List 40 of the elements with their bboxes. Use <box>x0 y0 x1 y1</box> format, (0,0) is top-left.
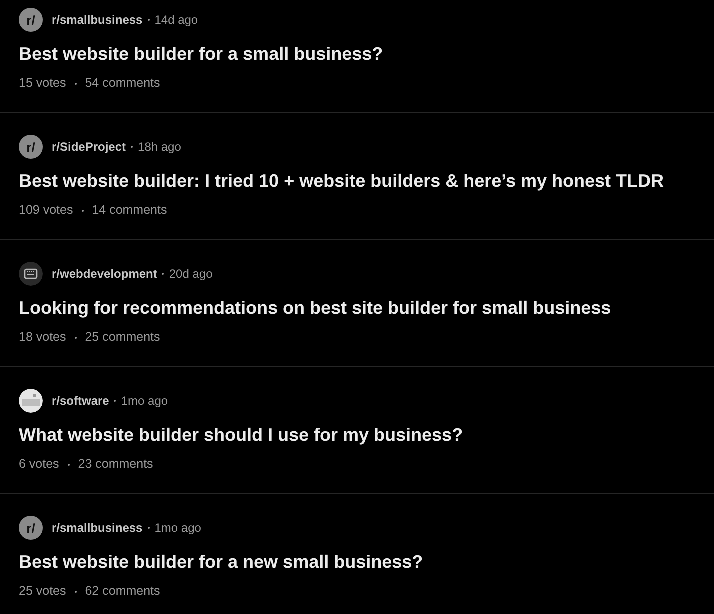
post-title[interactable]: Best website builder for a new small business? <box>19 550 695 574</box>
separator-dot <box>114 400 116 402</box>
vote-count: 25 votes <box>19 584 66 598</box>
vote-count: 18 votes <box>19 330 66 344</box>
comment-count: 54 comments <box>85 76 160 90</box>
subreddit-name[interactable]: r/SideProject <box>52 140 126 154</box>
separator-dot <box>131 146 134 148</box>
subreddit-name[interactable]: r/smallbusiness <box>52 13 143 27</box>
post-time: 18h ago <box>138 140 182 154</box>
separator-dot <box>82 210 84 212</box>
subreddit-name[interactable]: r/smallbusiness <box>52 521 143 535</box>
post-title[interactable]: Best website builder for a small business? <box>19 42 695 66</box>
comment-count: 62 comments <box>85 584 160 598</box>
separator-dot <box>74 82 77 85</box>
separator-dot <box>68 464 70 466</box>
subreddit-name[interactable]: r/software <box>52 394 110 408</box>
vote-count: 15 votes <box>19 76 66 90</box>
window-icon <box>19 389 43 413</box>
separator-dot <box>74 336 77 339</box>
separator-dot <box>74 590 77 593</box>
vote-count: 6 votes <box>19 457 60 471</box>
post-title[interactable]: Looking for recommendations on best site builder for small business <box>19 296 695 320</box>
separator-dot <box>148 19 150 21</box>
comment-count: 25 comments <box>85 330 160 344</box>
subreddit-avatar: r/ <box>19 135 43 159</box>
vote-count: 109 votes <box>19 203 74 217</box>
comment-count: 23 comments <box>78 457 154 471</box>
subreddit-avatar: r/ <box>19 8 43 32</box>
post-time: 1mo ago <box>154 521 202 535</box>
post-title[interactable]: Best website builder: I tried 10 + website builders & here’s my honest TLDR <box>19 169 695 193</box>
post-title[interactable]: What website builder should I use for my business? <box>19 423 695 447</box>
post-time: 1mo ago <box>121 394 168 408</box>
post-time: 14d ago <box>154 13 198 27</box>
comment-count: 14 comments <box>92 203 168 217</box>
separator-dot <box>162 273 164 275</box>
subreddit-avatar: r/ <box>19 516 43 540</box>
keyboard-icon <box>19 262 43 286</box>
subreddit-name[interactable]: r/webdevelopment <box>52 267 158 281</box>
separator-dot <box>148 527 150 529</box>
post-time: 20d ago <box>169 267 213 281</box>
